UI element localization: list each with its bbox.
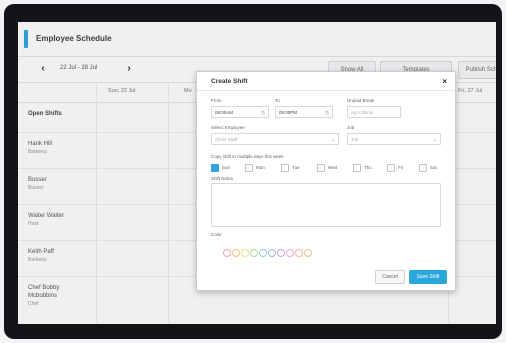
day-label: Thu bbox=[364, 165, 372, 171]
day-label: Sat bbox=[430, 165, 437, 171]
dialog-divider bbox=[197, 90, 455, 91]
app-screen: Employee Schedule ‹ 22 Jul - 28 Jul › Sh… bbox=[18, 22, 496, 324]
save-shift-button[interactable]: Save Shift bbox=[409, 270, 447, 284]
checkbox[interactable] bbox=[387, 164, 395, 172]
to-label: To bbox=[275, 98, 280, 103]
color-swatch[interactable] bbox=[277, 249, 285, 257]
cancel-button[interactable]: Cancel bbox=[375, 270, 405, 284]
color-label: Color bbox=[211, 232, 222, 237]
unpaid-break-input[interactable]: eg 0.30min bbox=[347, 106, 401, 118]
employee-select-value: Client Staff bbox=[215, 137, 237, 142]
device-frame: Employee Schedule ‹ 22 Jul - 28 Jul › Sh… bbox=[4, 4, 502, 339]
chevron-down-icon: ⌄ bbox=[432, 137, 437, 143]
day-label: Wed bbox=[328, 165, 338, 171]
day-label: Fri bbox=[398, 165, 404, 171]
checkbox-checked[interactable] bbox=[211, 164, 219, 172]
day-label: Sun bbox=[222, 165, 231, 171]
day-checkbox-thu[interactable]: Thu bbox=[353, 164, 372, 172]
checkbox[interactable] bbox=[317, 164, 325, 172]
job-label: Job bbox=[347, 125, 355, 130]
to-time-value: 05:00PM bbox=[279, 110, 298, 115]
day-checkbox-fri[interactable]: Fri bbox=[387, 164, 403, 172]
color-swatch[interactable] bbox=[286, 249, 294, 257]
day-checkbox-wed[interactable]: Wed bbox=[317, 164, 337, 172]
checkbox[interactable] bbox=[419, 164, 427, 172]
color-swatch[interactable] bbox=[241, 249, 249, 257]
employee-label: Select Employee bbox=[211, 125, 245, 130]
day-checkbox-tue[interactable]: Tue bbox=[281, 164, 300, 172]
checkbox[interactable] bbox=[245, 164, 253, 172]
close-icon[interactable]: × bbox=[442, 77, 447, 86]
create-shift-dialog: Create Shift × From To Unpaid Break 08:0… bbox=[196, 71, 456, 291]
copy-days-label: Copy shift to multiple days this week bbox=[211, 154, 284, 159]
shift-notes-textarea[interactable] bbox=[211, 183, 441, 227]
from-time-value: 08:00AM bbox=[215, 110, 234, 115]
color-swatch[interactable] bbox=[232, 249, 240, 257]
employee-select[interactable]: Client Staff ⌄ bbox=[211, 133, 339, 145]
color-swatch[interactable] bbox=[223, 249, 231, 257]
color-swatch[interactable] bbox=[250, 249, 258, 257]
day-label: Tue bbox=[292, 165, 300, 171]
chevron-down-icon: ⌄ bbox=[330, 137, 335, 143]
dialog-title: Create Shift bbox=[211, 78, 248, 85]
job-select-value: Job bbox=[351, 137, 359, 142]
shift-notes-label: Shift Notes bbox=[211, 176, 234, 181]
day-checkbox-sun[interactable]: Sun bbox=[211, 164, 230, 172]
job-select[interactable]: Job ⌄ bbox=[347, 133, 441, 145]
color-swatch[interactable] bbox=[268, 249, 276, 257]
clock-icon: ◷ bbox=[324, 110, 329, 116]
day-label: Mon bbox=[256, 165, 265, 171]
checkbox[interactable] bbox=[353, 164, 361, 172]
from-time-field[interactable]: 08:00AM ◷ bbox=[211, 106, 269, 118]
color-swatch[interactable] bbox=[259, 249, 267, 257]
clock-icon: ◷ bbox=[260, 110, 265, 116]
unpaid-break-placeholder: eg 0.30min bbox=[351, 110, 374, 115]
from-label: From bbox=[211, 98, 222, 103]
color-swatch[interactable] bbox=[304, 249, 312, 257]
color-swatch[interactable] bbox=[295, 249, 303, 257]
to-time-field[interactable]: 05:00PM ◷ bbox=[275, 106, 333, 118]
day-checkbox-sat[interactable]: Sat bbox=[419, 164, 437, 172]
unpaid-break-label: Unpaid Break bbox=[347, 98, 375, 103]
checkbox[interactable] bbox=[281, 164, 289, 172]
day-checkbox-mon[interactable]: Mon bbox=[245, 164, 265, 172]
